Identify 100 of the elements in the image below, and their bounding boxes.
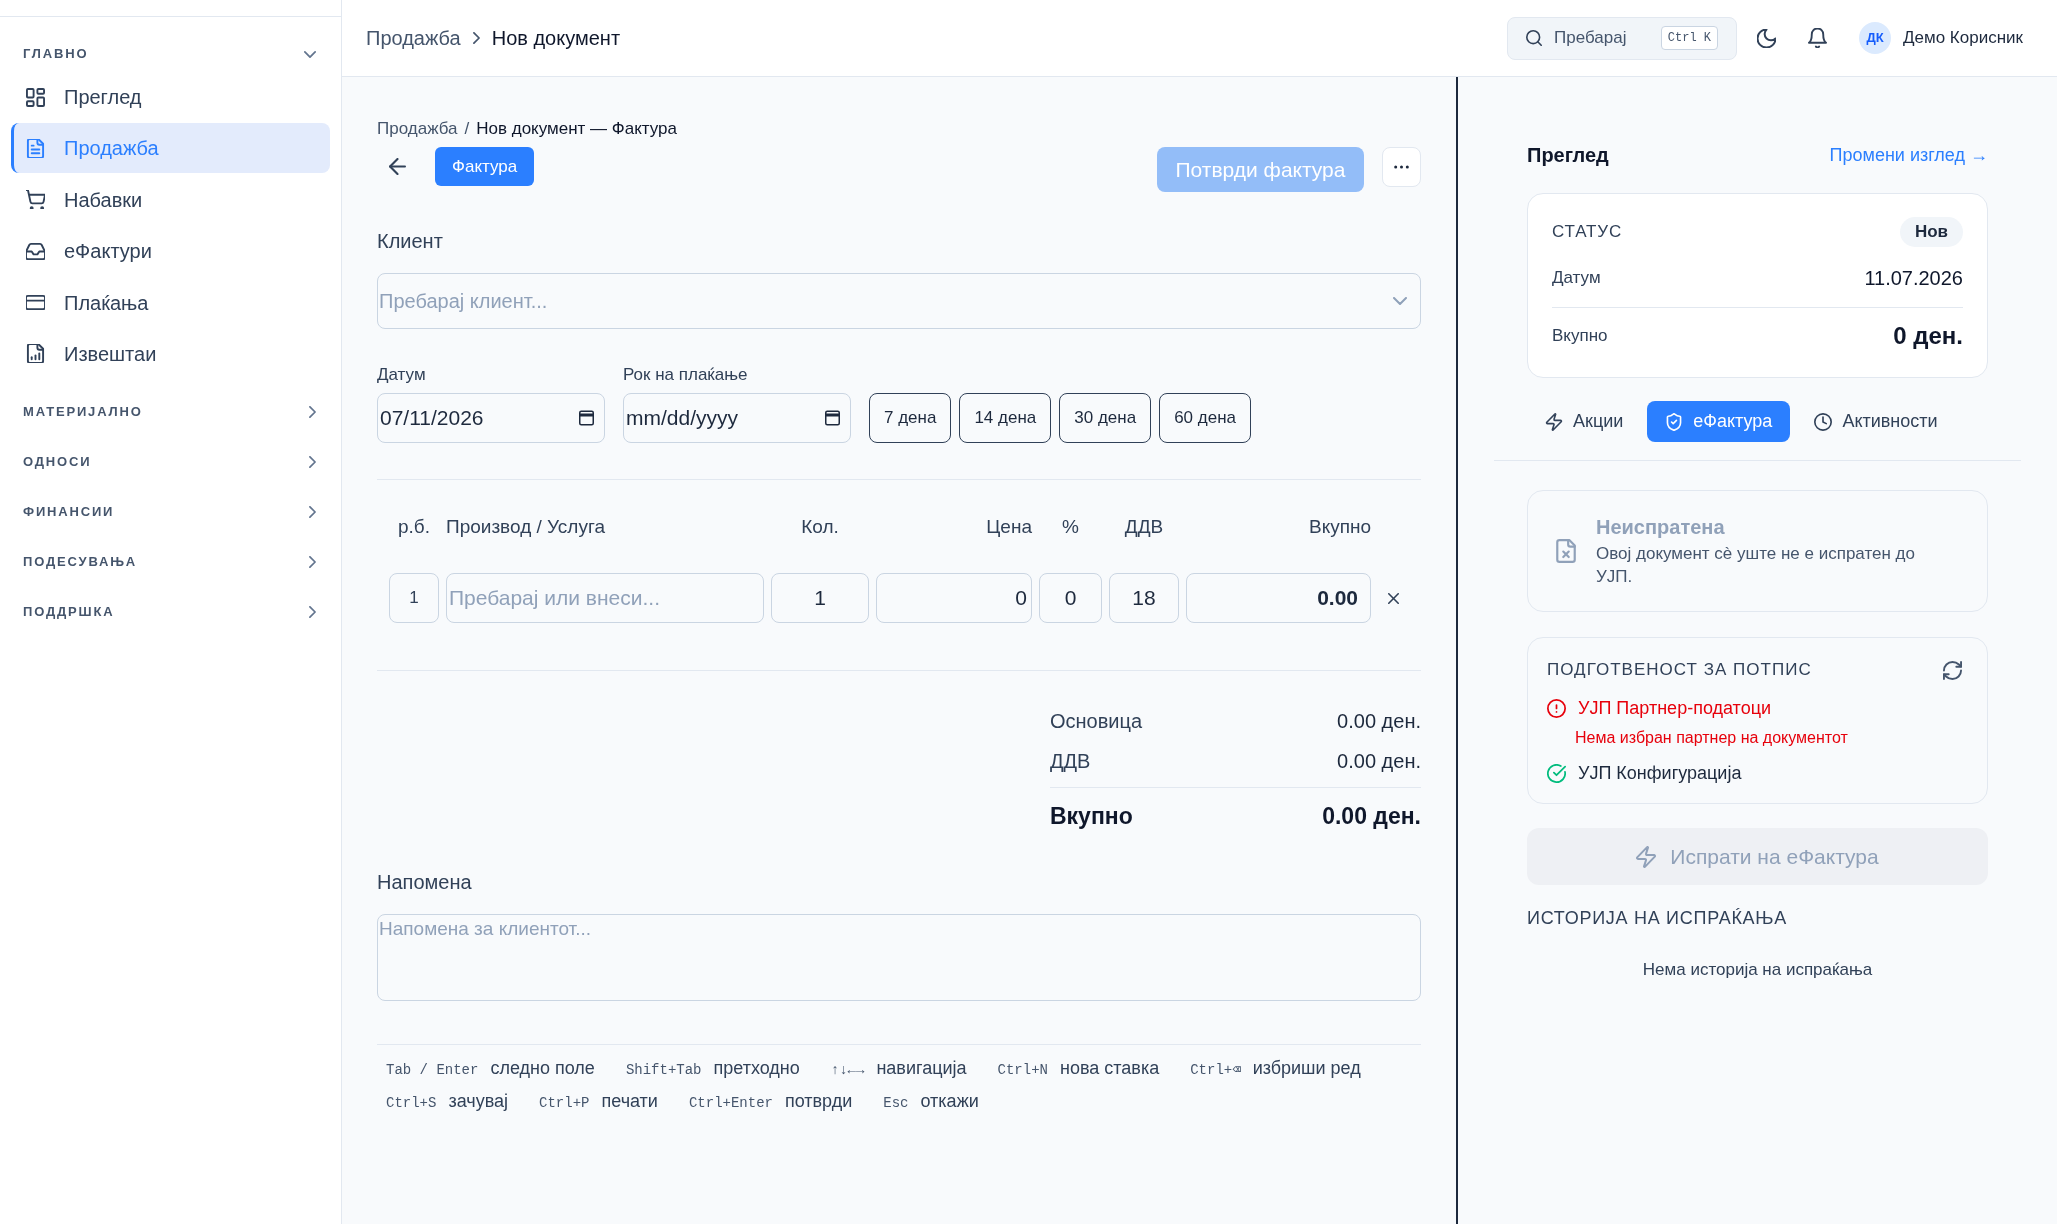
discount-input[interactable]: 0 xyxy=(1039,573,1102,623)
breadcrumb-current: Нов документ — Фактура xyxy=(476,118,677,140)
quantity-input[interactable]: 1 xyxy=(771,573,869,623)
check-label: УЈП Конфигурација xyxy=(1578,762,1742,785)
bell-icon[interactable] xyxy=(1808,28,1828,48)
moon-icon[interactable] xyxy=(1757,28,1777,48)
column-header: ДДВ xyxy=(1123,515,1165,539)
line-total-field[interactable]: 0.00 xyxy=(1186,573,1371,623)
sidebar-section-header[interactable]: ГЛАВНО xyxy=(11,36,330,72)
due-preset-button[interactable]: 60 дена xyxy=(1159,393,1251,443)
price-input[interactable]: 0 xyxy=(876,573,1032,623)
document-type-button[interactable]: Фактура xyxy=(435,147,535,186)
shortcut-label: навигација xyxy=(876,1057,967,1080)
column-header: Производ / Услуга xyxy=(446,515,607,539)
shortcut-label: претходно xyxy=(713,1057,800,1080)
document-icon xyxy=(26,138,45,158)
shortcut-key: Esc xyxy=(883,1091,909,1115)
client-search-field[interactable]: Пребарај клиент... xyxy=(377,273,1421,329)
note-field[interactable]: Напомена за клиентот... xyxy=(377,914,1421,1001)
sidebar-item[interactable]: Плаќања xyxy=(11,277,330,328)
product-input[interactable]: Пребарај или внеси... xyxy=(446,573,764,623)
summary-value: 11.07.2026 xyxy=(1864,266,1963,291)
panel-title: Преглед xyxy=(1527,143,1609,168)
panel-tab[interactable]: Активности xyxy=(1796,401,1956,442)
total-label: Вкупно xyxy=(1050,802,1133,831)
shortcut-label: печати xyxy=(601,1090,658,1113)
total-label: Основица xyxy=(1050,709,1143,734)
field-label: Клиент xyxy=(377,229,444,254)
inbox-icon xyxy=(26,241,45,261)
panel-tab[interactable]: Акции xyxy=(1527,401,1642,442)
close-icon xyxy=(1387,592,1399,604)
sidebar-item[interactable]: Набавки xyxy=(11,174,330,225)
dashboard-icon xyxy=(26,87,45,107)
calendar-icon xyxy=(579,410,594,426)
status-badge: Нов xyxy=(1899,217,1963,247)
shortcut-key: Ctrl+Enter xyxy=(688,1091,773,1115)
check-detail: Нема избран партнер на документот xyxy=(1575,728,1848,748)
sidebar-section-header[interactable]: ПОДЕСУВАЊА xyxy=(11,536,330,587)
chevron-down-icon xyxy=(1393,297,1407,305)
shield-check-icon xyxy=(1665,412,1684,431)
search-button[interactable]: Пребарај Ctrl K xyxy=(1507,16,1738,60)
vat-input[interactable]: 18 xyxy=(1109,573,1179,623)
summary-label: Вкупно xyxy=(1552,325,1608,348)
sidebar-section-header[interactable]: ФИНАНСИИ xyxy=(11,486,330,537)
sidebar-section-header[interactable]: ПОДДРШКА xyxy=(11,586,330,637)
user-name: Демо Корисник xyxy=(1903,27,2023,50)
shortcut-key: Ctrl+⌫ xyxy=(1190,1058,1241,1082)
date-field[interactable]: mm/dd/yyyy xyxy=(623,393,851,443)
lightning-icon xyxy=(1545,412,1563,431)
refresh-icon[interactable] xyxy=(1943,660,1962,680)
sidebar-section-header[interactable]: МАТЕРИЈАЛНО xyxy=(11,386,330,437)
readiness-title: ПОДГОТВЕНОСТ ЗА ПОТПИС xyxy=(1547,659,1812,681)
user-avatar[interactable]: ДК xyxy=(1859,22,1892,54)
search-icon xyxy=(1526,30,1543,46)
check-label: УЈП Партнер-податоци xyxy=(1578,697,1772,720)
total-label: ДДВ xyxy=(1050,749,1091,774)
due-preset-button[interactable]: 30 дена xyxy=(1059,393,1152,443)
breadcrumb-separator: / xyxy=(464,118,470,140)
shortcut-key: Ctrl+S xyxy=(386,1091,437,1115)
shortcut-label: потврди xyxy=(784,1090,853,1113)
history-empty-text: Нема историја на испраќања xyxy=(1642,959,1873,981)
history-title: ИСТОРИЈА НА ИСПРАЌАЊА xyxy=(1527,907,1787,930)
calendar-icon xyxy=(825,410,840,426)
lightning-icon xyxy=(1636,845,1657,868)
due-preset-button[interactable]: 14 дена xyxy=(959,393,1052,443)
column-header: % xyxy=(1061,515,1080,539)
shortcut-label: нова ставка xyxy=(1059,1057,1160,1080)
total-value: 0.00 ден. xyxy=(1337,709,1421,734)
sidebar-item[interactable]: еФактури xyxy=(11,226,330,277)
field-label: Напомена xyxy=(377,870,473,895)
shortcut-key: ↑↓←→ xyxy=(830,1058,865,1082)
breadcrumb-link[interactable]: Продажба xyxy=(377,118,458,140)
shortcut-label: избриши ред xyxy=(1252,1057,1361,1080)
file-x-icon xyxy=(1556,539,1576,563)
due-preset-button[interactable]: 7 дена xyxy=(869,393,952,443)
column-header: Цена xyxy=(985,515,1032,539)
change-view-link[interactable]: Промени изглед → xyxy=(1829,141,1988,169)
sidebar-item[interactable]: Преглед xyxy=(11,72,330,122)
shortcut-label: следно поле xyxy=(490,1057,595,1080)
status-label: СТАТУС xyxy=(1552,221,1623,244)
field-label: Датум xyxy=(377,364,427,386)
ellipsis-icon xyxy=(1394,165,1409,169)
cart-icon xyxy=(26,190,45,210)
shortcut-label: откажи xyxy=(920,1090,979,1113)
credit-card-icon xyxy=(26,293,45,313)
breadcrumb-current: Нов документ xyxy=(491,26,621,51)
column-header: р.б. xyxy=(397,515,431,539)
sidebar-item[interactable]: Извештаи xyxy=(11,328,330,379)
chart-document-icon xyxy=(26,344,45,364)
field-label: Рок на плаќање xyxy=(623,364,749,386)
breadcrumb-link[interactable]: Продажба xyxy=(366,23,461,53)
sidebar-section-header[interactable]: ОДНОСИ xyxy=(11,436,330,487)
column-header: Кол. xyxy=(800,515,840,539)
column-header: Вкупно xyxy=(1307,515,1371,539)
row-number: 1 xyxy=(389,573,439,623)
summary-value: 0 ден. xyxy=(1893,321,1963,351)
date-field[interactable]: 07/11/2026 xyxy=(377,393,605,443)
shortcut-key: Shift+Tab xyxy=(625,1058,702,1082)
clock-icon xyxy=(1814,412,1833,431)
panel-tab[interactable]: еФактура xyxy=(1647,401,1791,442)
